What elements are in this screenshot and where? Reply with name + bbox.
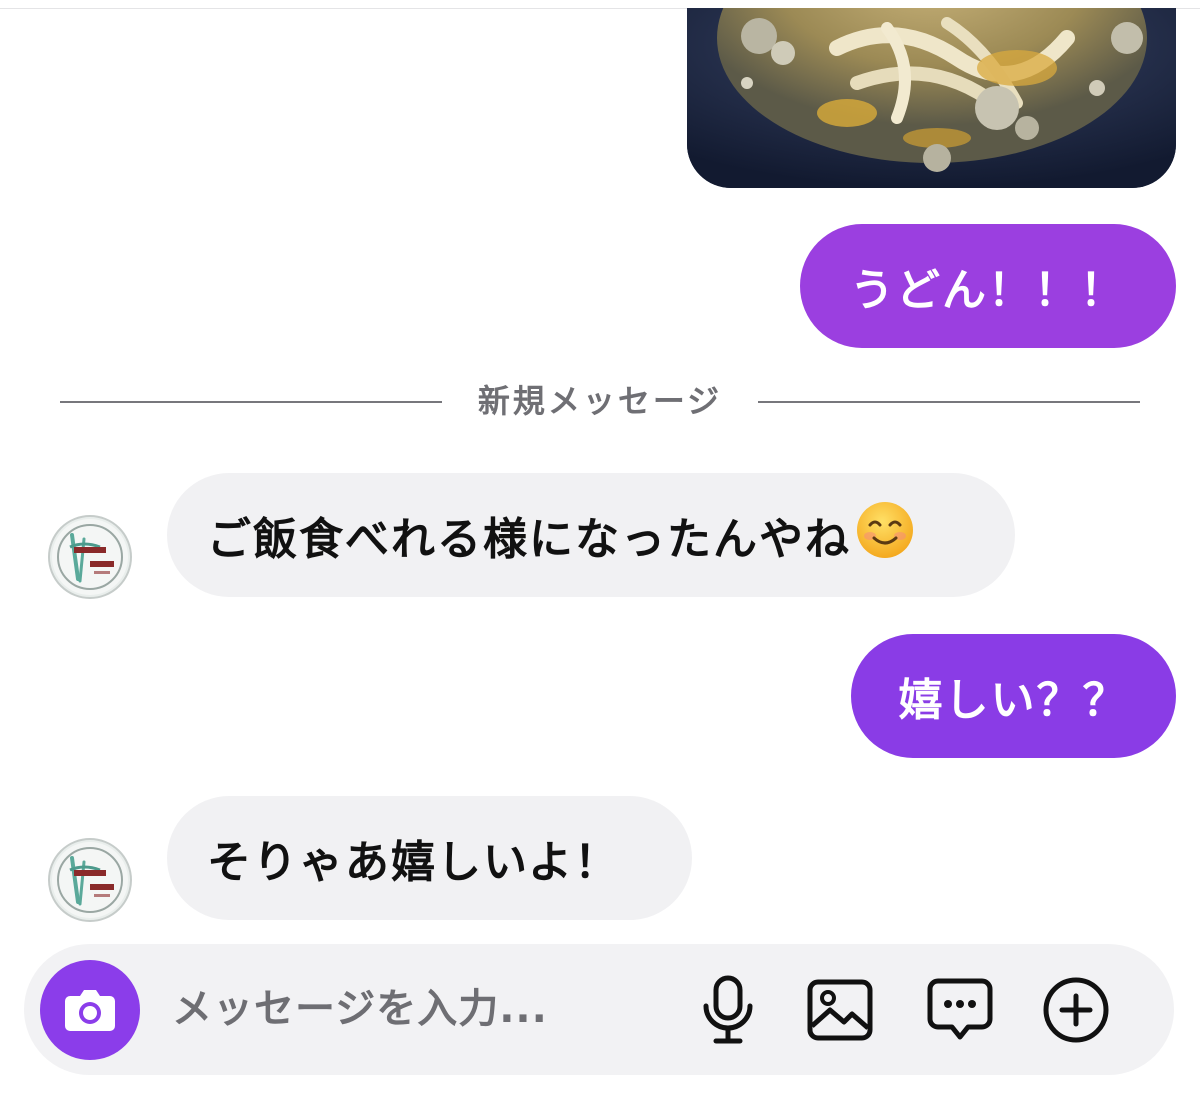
udon-photo bbox=[687, 8, 1176, 188]
gallery-button[interactable] bbox=[804, 974, 876, 1046]
message-composer bbox=[24, 944, 1174, 1075]
incoming-message-bubble[interactable]: ご飯食べれる様になったんやね bbox=[167, 473, 1015, 597]
cafe-logo-avatar bbox=[52, 842, 128, 918]
divider-line bbox=[758, 401, 1140, 403]
sticker-button[interactable] bbox=[924, 974, 996, 1046]
microphone-button[interactable] bbox=[692, 974, 764, 1046]
image-icon bbox=[807, 979, 873, 1041]
contact-avatar[interactable] bbox=[48, 838, 132, 922]
chat-screen: うどん！！！ 新規メッセージ ご飯食べれる様になったんやね 嬉しい？？ そりゃあ… bbox=[0, 0, 1200, 1099]
photo-message[interactable] bbox=[687, 8, 1176, 188]
smiling-face-emoji-icon bbox=[855, 500, 915, 571]
new-messages-divider: 新規メッセージ bbox=[60, 378, 1140, 424]
camera-button[interactable] bbox=[40, 960, 140, 1060]
message-text: そりゃあ嬉しいよ！ bbox=[207, 837, 621, 888]
message-text: 嬉しい？？ bbox=[898, 675, 1129, 726]
incoming-message-bubble[interactable]: そりゃあ嬉しいよ！ bbox=[167, 796, 692, 920]
outgoing-message-bubble[interactable]: 嬉しい？？ bbox=[851, 634, 1176, 758]
message-text: ご飯食べれる様になったんやね bbox=[207, 514, 851, 565]
plus-circle-icon bbox=[1043, 977, 1109, 1043]
microphone-icon bbox=[703, 975, 753, 1044]
more-button[interactable] bbox=[1040, 974, 1112, 1046]
message-text: うどん！！！ bbox=[850, 265, 1126, 316]
outgoing-message-bubble[interactable]: うどん！！！ bbox=[800, 224, 1176, 348]
cafe-logo-avatar bbox=[52, 519, 128, 595]
camera-icon bbox=[65, 990, 115, 1031]
contact-avatar[interactable] bbox=[48, 515, 132, 599]
message-input[interactable] bbox=[172, 974, 652, 1044]
sticker-icon bbox=[927, 978, 993, 1040]
